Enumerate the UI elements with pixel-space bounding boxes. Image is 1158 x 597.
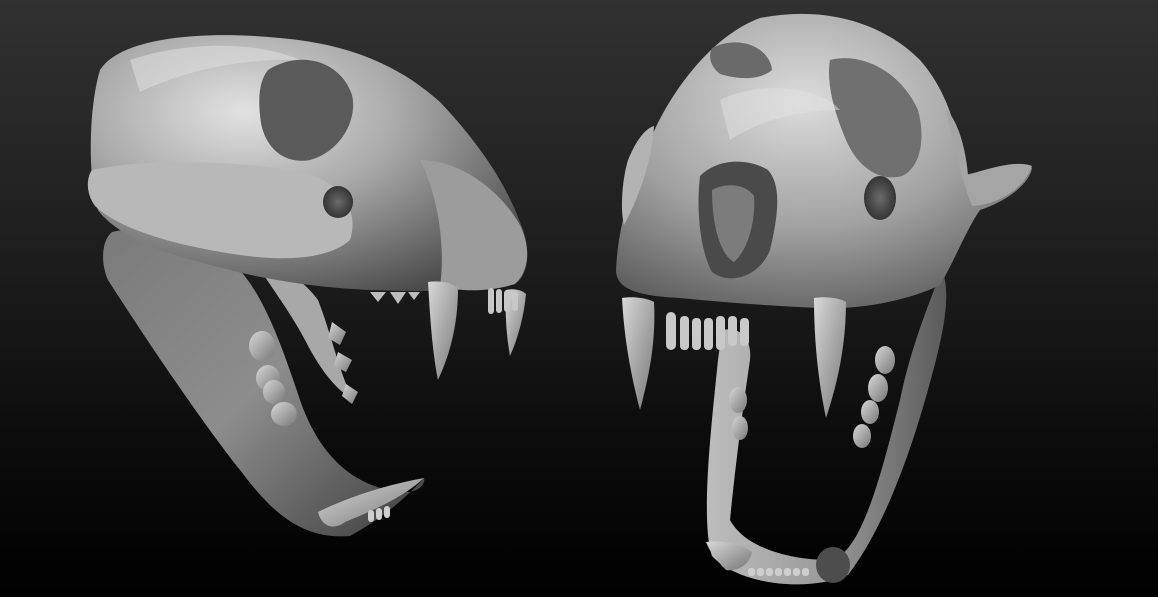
right-skull-infraorbital-hole — [864, 176, 896, 220]
left-skull-infraorbital-hole — [323, 186, 353, 218]
skull-render-scene — [0, 0, 1158, 597]
right-skull-lower-canine-right — [816, 547, 850, 583]
render-viewport — [0, 0, 1158, 597]
